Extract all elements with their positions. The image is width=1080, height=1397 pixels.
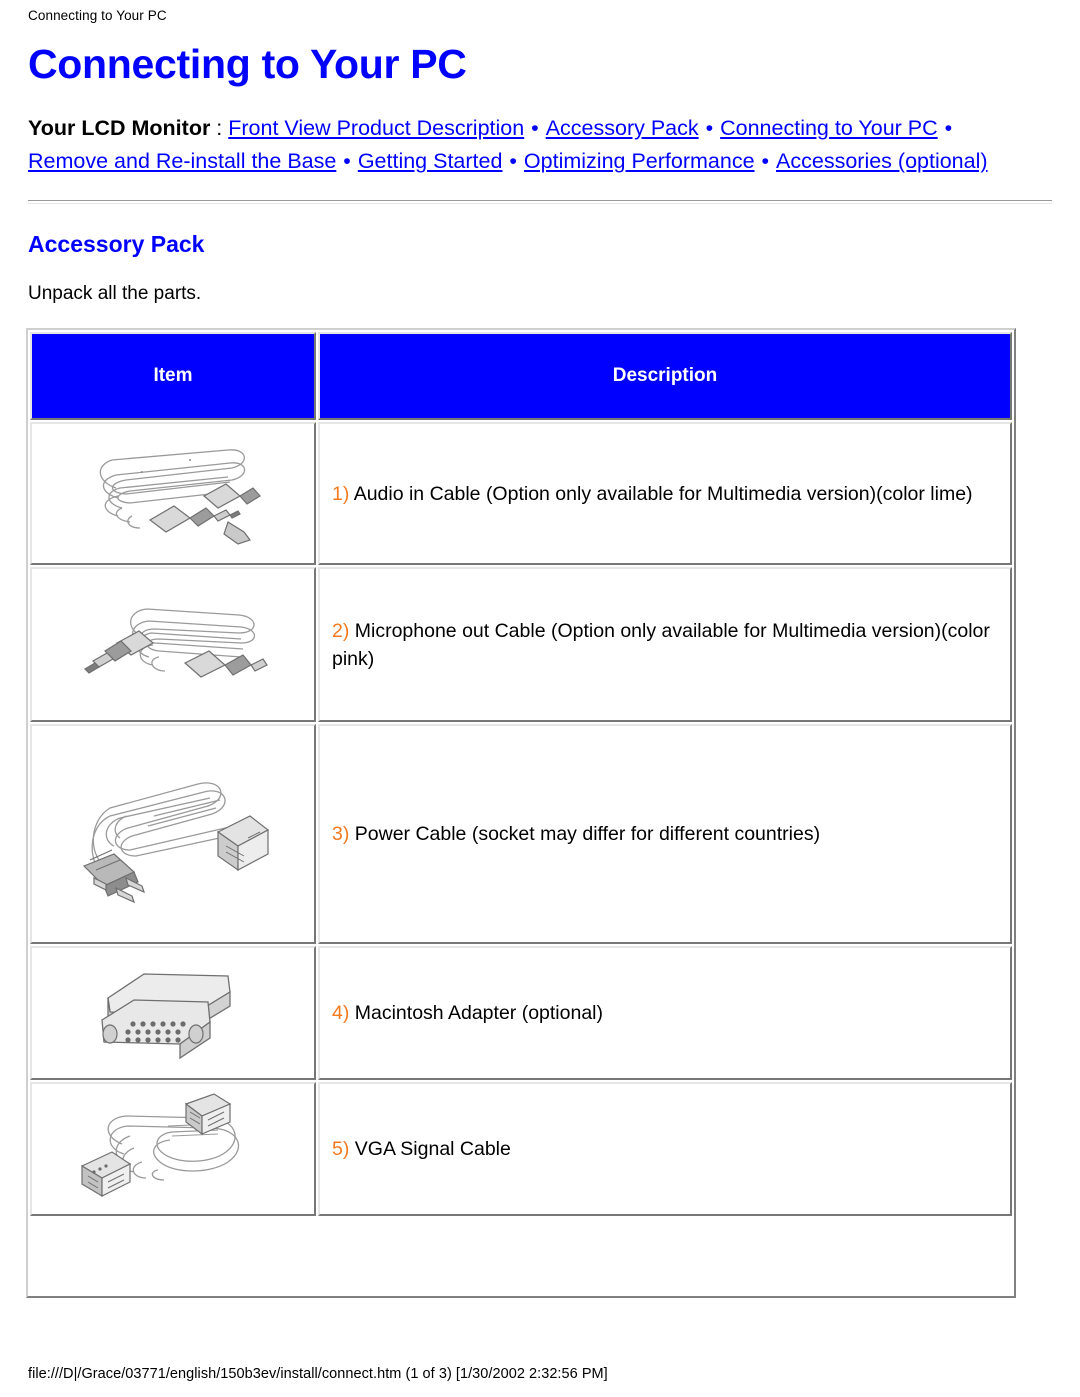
item-description: VGA Signal Cable — [354, 1138, 511, 1160]
item-number: 4) — [332, 1002, 350, 1024]
item-number: 3) — [332, 823, 350, 845]
description-cell: 5) VGA Signal Cable — [318, 1082, 1012, 1216]
table-row: 2) Microphone out Cable (Option only ava… — [30, 567, 1012, 722]
item-description: Macintosh Adapter (optional) — [354, 1002, 603, 1024]
description-cell: 3) Power Cable (socket may differ for di… — [318, 724, 1012, 944]
table-header-item: Item — [30, 332, 316, 420]
description-cell: 2) Microphone out Cable (Option only ava… — [318, 567, 1012, 722]
table-row: 3) Power Cable (socket may differ for di… — [30, 724, 1012, 944]
table-row: 5) VGA Signal Cable — [30, 1082, 1012, 1216]
accessory-pack-table: Item Description 1) Audio in Cable (Opti… — [28, 330, 1014, 1218]
breadcrumb-bullet-1: • — [525, 116, 545, 140]
breadcrumb-bullet-6: • — [755, 149, 776, 173]
item-cell — [30, 1082, 316, 1216]
item-cell — [30, 567, 316, 722]
breadcrumb-lead-label: Your LCD Monitor — [28, 116, 211, 140]
page-title: Connecting to Your PC — [28, 41, 467, 87]
table-header-row: Item Description — [30, 332, 1012, 420]
breadcrumb-bullet-4: • — [337, 149, 357, 173]
nav-link-optimizing-performance[interactable]: Optimizing Performance — [524, 149, 755, 173]
table-header-description: Description — [318, 332, 1012, 420]
footer-file-path: file:///D|/Grace/03771/english/150b3ev/i… — [28, 1366, 608, 1382]
breadcrumb: Your LCD Monitor : Front View Product De… — [28, 112, 1038, 178]
item-cell — [30, 946, 316, 1080]
horizontal-rule-divider — [28, 200, 1052, 204]
print-header: Connecting to Your PC — [28, 8, 167, 23]
nav-link-accessories-optional[interactable]: Accessories (optional) — [776, 149, 988, 173]
nav-link-front-view-product-description[interactable]: Front View Product Description — [228, 116, 524, 140]
breadcrumb-colon: : — [210, 116, 229, 140]
item-description: Power Cable (socket may differ for diffe… — [354, 823, 821, 845]
item-cell — [30, 422, 316, 565]
description-cell: 4) Macintosh Adapter (optional) — [318, 946, 1012, 1080]
accessory-pack-table-container: Item Description 1) Audio in Cable (Opti… — [26, 328, 1016, 1298]
description-cell: 1) Audio in Cable (Option only available… — [318, 422, 1012, 565]
item-description: Audio in Cable (Option only available fo… — [353, 482, 973, 505]
item-number: 2) — [332, 619, 350, 642]
breadcrumb-bullet-5: • — [503, 149, 523, 173]
section-heading-accessory-pack: Accessory Pack — [28, 231, 205, 257]
nav-link-remove-and-reinstall-the-base[interactable]: Remove and Re-install the Base — [28, 149, 336, 173]
table-row: 1) Audio in Cable (Option only available… — [30, 422, 1012, 565]
audio-cable-illustration-icon — [99, 448, 261, 545]
nav-link-accessory-pack[interactable]: Accessory Pack — [546, 116, 699, 140]
power-cable-illustration-icon — [82, 782, 270, 904]
item-number: 5) — [332, 1138, 350, 1160]
vga-signal-cable-illustration-icon — [80, 1093, 240, 1198]
table-row: 4) Macintosh Adapter (optional) — [30, 946, 1012, 1080]
item-cell — [30, 724, 316, 944]
breadcrumb-bullet-3: • — [938, 116, 953, 140]
section-intro-text: Unpack all the parts. — [28, 283, 202, 304]
breadcrumb-bullet-2: • — [699, 116, 720, 140]
macintosh-adapter-illustration-icon — [101, 973, 231, 1060]
nav-link-getting-started[interactable]: Getting Started — [358, 149, 503, 173]
table-body: 1) Audio in Cable (Option only available… — [30, 422, 1012, 1216]
nav-link-connecting-to-your-pc[interactable]: Connecting to Your PC — [720, 116, 938, 140]
document-page: Connecting to Your PC Connecting to Your… — [0, 0, 1080, 1397]
microphone-cable-illustration-icon — [84, 607, 268, 678]
item-number: 1) — [332, 482, 350, 505]
item-description: Microphone out Cable (Option only availa… — [332, 619, 990, 670]
